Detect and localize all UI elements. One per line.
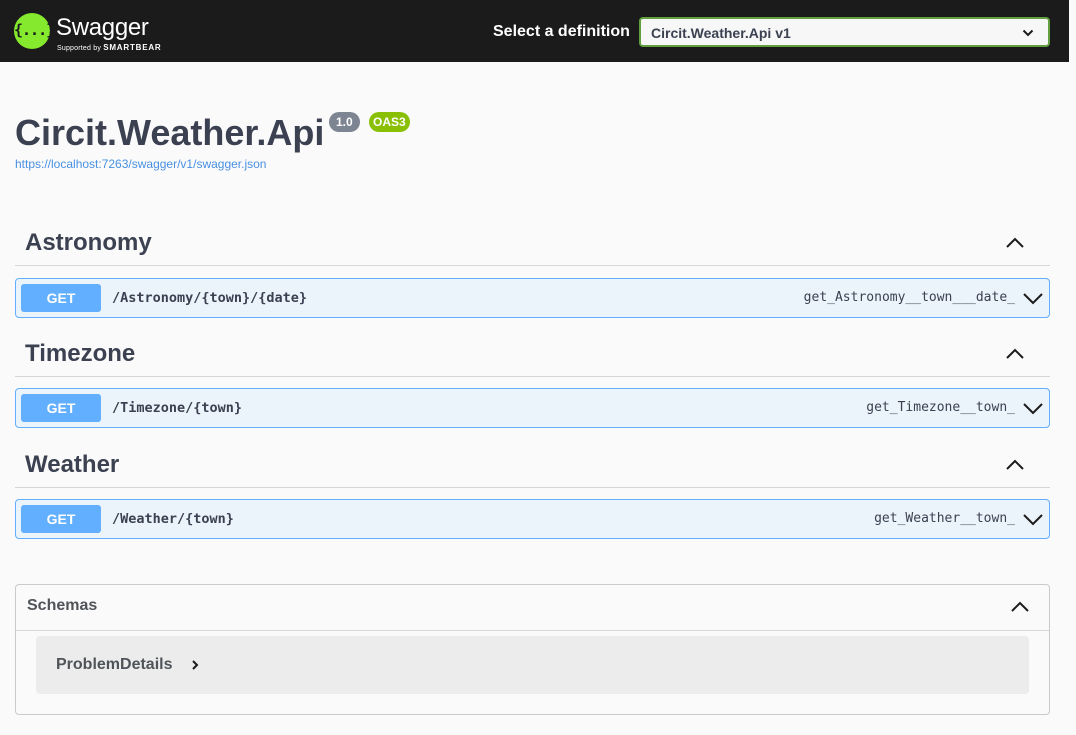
top-bar: {...} Swagger Supported by SMARTBEAR Sel… bbox=[0, 0, 1069, 62]
logo-sub-prefix: Supported by bbox=[57, 45, 102, 52]
logo-name[interactable]: Swagger bbox=[56, 14, 149, 42]
chevron-down-icon bbox=[1022, 29, 1034, 37]
schemas-section: Schemas ProblemDetails bbox=[15, 584, 1050, 715]
method-badge: GET bbox=[21, 284, 101, 312]
operation-path: /Timezone/{town} bbox=[112, 400, 243, 416]
logo-sub-brand: SMARTBEAR bbox=[103, 43, 162, 52]
api-title: Circit.Weather.Api bbox=[15, 112, 325, 153]
method-badge: GET bbox=[21, 394, 101, 422]
logo-glyph: {...} bbox=[14, 21, 55, 39]
definition-label: Select a definition bbox=[493, 23, 630, 40]
chevron-up-icon[interactable] bbox=[1011, 600, 1029, 614]
schemas-header[interactable]: Schemas bbox=[16, 585, 1049, 631]
chevron-up-icon[interactable] bbox=[1006, 236, 1024, 250]
oas-badge: OAS3 bbox=[369, 112, 410, 132]
tag-section-weather[interactable]: Weather bbox=[15, 448, 1050, 488]
chevron-right-icon[interactable] bbox=[190, 659, 200, 671]
operation-get-timezone[interactable]: GET /Timezone/{town} get_Timezone__town_ bbox=[15, 388, 1050, 428]
tag-name: Weather bbox=[25, 451, 120, 478]
operation-id: get_Timezone__town_ bbox=[866, 400, 1015, 415]
definition-select[interactable]: Circit.Weather.Api v1 bbox=[639, 17, 1050, 47]
chevron-down-icon[interactable] bbox=[1023, 291, 1043, 305]
operation-id: get_Astronomy__town___date_ bbox=[803, 290, 1015, 305]
version-badge: 1.0 bbox=[329, 112, 360, 132]
model-problemdetails[interactable]: ProblemDetails bbox=[36, 636, 1029, 694]
tag-name: Astronomy bbox=[25, 229, 152, 256]
tag-section-astronomy[interactable]: Astronomy bbox=[15, 226, 1050, 266]
spec-url-link[interactable]: https://localhost:7263/swagger/v1/swagge… bbox=[15, 157, 266, 171]
model-name[interactable]: ProblemDetails bbox=[56, 656, 172, 674]
schemas-title: Schemas bbox=[27, 597, 98, 614]
chevron-up-icon[interactable] bbox=[1006, 347, 1024, 361]
logo-subtitle: Supported by SMARTBEAR bbox=[57, 43, 162, 52]
operation-id: get_Weather__town_ bbox=[874, 511, 1015, 526]
chevron-up-icon[interactable] bbox=[1006, 458, 1024, 472]
method-badge: GET bbox=[21, 505, 101, 533]
chevron-down-icon[interactable] bbox=[1023, 512, 1043, 526]
operation-path: /Weather/{town} bbox=[112, 511, 234, 527]
tag-name: Timezone bbox=[25, 340, 136, 367]
tag-section-timezone[interactable]: Timezone bbox=[15, 337, 1050, 377]
chevron-down-icon[interactable] bbox=[1023, 401, 1043, 415]
operation-get-weather[interactable]: GET /Weather/{town} get_Weather__town_ bbox=[15, 499, 1050, 539]
swagger-ui-page: {...} Swagger Supported by SMARTBEAR Sel… bbox=[0, 0, 1076, 735]
swagger-logo-icon[interactable]: {...} bbox=[14, 13, 55, 49]
operation-get-astronomy[interactable]: GET /Astronomy/{town}/{date} get_Astrono… bbox=[15, 278, 1050, 318]
operation-path: /Astronomy/{town}/{date} bbox=[112, 290, 308, 306]
definition-select-value: Circit.Weather.Api v1 bbox=[651, 25, 791, 41]
